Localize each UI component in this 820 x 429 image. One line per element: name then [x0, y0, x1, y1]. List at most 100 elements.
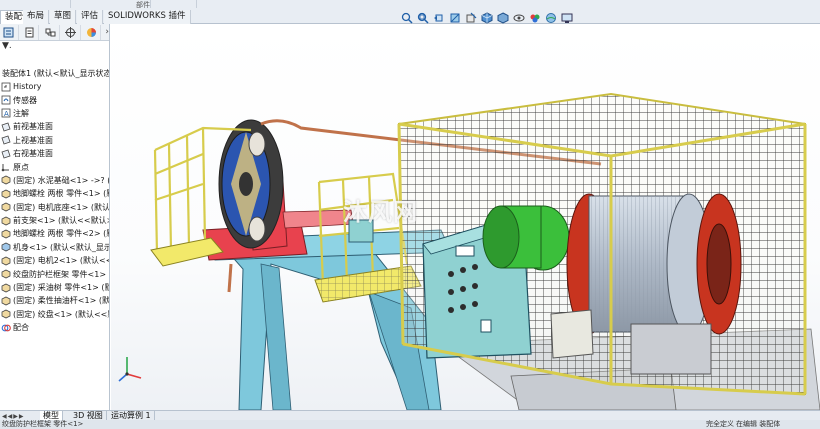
status-definition: 完全定义: [706, 420, 734, 428]
tree-item-sensors[interactable]: 传感器: [0, 93, 109, 106]
watermark: 沐风网: [343, 198, 418, 226]
plane-icon: [1, 149, 11, 159]
tree-item-component[interactable]: 绞盘防护栏框架 零件<1> (默: [0, 267, 110, 280]
previous-tab-icon[interactable]: ◀: [8, 413, 13, 420]
tree-item-history[interactable]: History: [0, 80, 109, 93]
tree-item-label: 地脚螺栓 两根 零件<1> (默: [13, 189, 110, 199]
status-bar: 绞盘防护栏框架 零件<1> 完全定义 在编辑 装配体: [0, 420, 820, 429]
status-selected-component: 绞盘防护栏框架 零件<1>: [2, 420, 84, 428]
tree-item-label: 上视基准面: [13, 135, 53, 145]
tree-item-label: 地脚螺栓 两根 零件<2> (默: [13, 229, 110, 239]
annotation-icon: A: [1, 109, 11, 118]
heads-up-view-toolbar: [400, 11, 573, 25]
configuration-manager-icon[interactable]: [41, 24, 61, 40]
first-tab-icon[interactable]: ◀: [2, 413, 7, 420]
tree-root-label: 装配体1 (默认<默认_显示状态-1: [2, 68, 110, 78]
chevron-right-icon[interactable]: ›: [105, 27, 109, 37]
toolbar-separator: [196, 0, 197, 8]
part-icon: [1, 189, 11, 199]
feature-manager-panel: › ▼. 装配体1 (默认<默认_显示状态-1 History 传感器 A 注解…: [0, 24, 110, 410]
history-icon: [1, 82, 11, 92]
part-icon: [1, 309, 11, 319]
previous-view-icon[interactable]: [432, 12, 445, 25]
bottom-tab-bar: ◀ ◀ ▶ ▶ 模型 3D 视图 运动算例 1: [0, 410, 820, 421]
origin-icon: [1, 164, 9, 172]
tree-item-component[interactable]: (固定) 电机2<1> (默认<<默认: [0, 254, 109, 267]
assembly-model[interactable]: [111, 24, 820, 410]
tree-item-origin[interactable]: 原点: [0, 160, 109, 173]
toolbar-separator: [70, 0, 71, 8]
tree-item-label: 原点: [13, 162, 29, 172]
tab-layout[interactable]: 布局: [23, 10, 50, 24]
part-icon: [1, 216, 11, 226]
tab-sketch[interactable]: 草图: [50, 10, 77, 24]
reference-triad-icon: [118, 357, 142, 382]
part-icon: [1, 256, 11, 266]
toolbar-separator: [150, 0, 151, 8]
tree-item-label: History: [13, 82, 42, 92]
graphics-viewport[interactable]: 沐风网: [111, 24, 820, 410]
hide-show-icon[interactable]: [512, 12, 525, 25]
tree-item-label: 机身<1> (默认<默认_显示状: [13, 242, 110, 252]
tree-item-label: 注解: [13, 108, 29, 118]
status-editing: 在编辑 装配体: [736, 420, 781, 428]
tree-item-component[interactable]: (固定) 采油树 零件<1> (默认: [0, 281, 110, 294]
plane-icon: [1, 135, 11, 145]
feature-tree-icon[interactable]: [0, 24, 19, 40]
tab-solidworks-addins[interactable]: SOLIDWORKS 插件: [104, 10, 191, 24]
view-settings-icon[interactable]: [560, 12, 573, 25]
tree-item-component[interactable]: 地脚螺栓 两根 零件<1> (默: [0, 187, 110, 200]
tree-item-top-plane[interactable]: 上视基准面: [0, 134, 109, 147]
part-icon: [1, 175, 11, 185]
part-icon: [1, 242, 11, 252]
sensor-icon: [1, 95, 11, 105]
tree-item-annotations[interactable]: A 注解: [0, 107, 109, 120]
tree-item-component[interactable]: 前支架<1> (默认<<默认>_显: [0, 214, 109, 227]
tree-item-label: (固定) 水泥基础<1> ->? (默认: [13, 175, 109, 185]
view-orientation-icon[interactable]: [480, 12, 493, 25]
tree-root-assembly[interactable]: 装配体1 (默认<默认_显示状态-1: [0, 66, 110, 80]
dynamic-annotation-icon[interactable]: [464, 12, 477, 25]
manager-tabs: ›: [0, 24, 109, 41]
tree-item-component[interactable]: 地脚螺栓 两根 零件<2> (默: [0, 227, 110, 240]
section-view-icon[interactable]: [448, 12, 461, 25]
tree-item-label: (固定) 柔性抽油杆<1> (默认: [13, 296, 110, 306]
tree-item-label: 前支架<1> (默认<<默认>_显: [13, 216, 109, 226]
display-manager-icon[interactable]: [83, 24, 102, 40]
tree-item-label: (固定) 采油树 零件<1> (默认: [13, 283, 110, 293]
svg-text:A: A: [4, 110, 9, 118]
dimxpert-icon[interactable]: [62, 24, 81, 40]
tree-item-label: (固定) 电机底座<1> (默认<<默认>_显: [13, 202, 110, 212]
tree-item-label: 右视基准面: [13, 149, 53, 159]
part-icon: [1, 202, 11, 212]
tab-evaluate[interactable]: 评估: [77, 10, 104, 24]
tree-item-component[interactable]: (固定) 绞盘<1> (默认<<默认: [0, 308, 109, 321]
filter-icon[interactable]: ▼.: [0, 41, 109, 55]
tree-item-component[interactable]: (固定) 电机底座<1> (默认<<默认>_显: [0, 201, 110, 214]
tree-item-label: (固定) 绞盘<1> (默认<<默认: [13, 309, 109, 319]
tree-item-mates[interactable]: 配合: [0, 321, 109, 334]
part-icon: [1, 269, 11, 279]
display-style-icon[interactable]: [496, 12, 509, 25]
zoom-to-area-icon[interactable]: [416, 12, 429, 25]
tree-item-label: 前视基准面: [13, 122, 53, 132]
tree-item-right-plane[interactable]: 右视基准面: [0, 147, 109, 160]
zoom-to-fit-icon[interactable]: [400, 12, 413, 25]
last-tab-icon[interactable]: ▶: [19, 413, 24, 420]
apply-scene-icon[interactable]: [544, 12, 557, 25]
tree-item-label: (固定) 电机2<1> (默认<<默认: [13, 256, 109, 266]
tree-item-front-plane[interactable]: 前视基准面: [0, 120, 109, 133]
edit-appearance-icon[interactable]: [528, 12, 541, 25]
part-icon: [1, 229, 11, 239]
tree-item-label: 传感器: [13, 95, 37, 105]
next-tab-icon[interactable]: ▶: [13, 413, 18, 420]
tree-item-label: 配合: [13, 323, 29, 333]
top-toolbar-label: 部件: [136, 1, 150, 9]
tree-item-component[interactable]: (固定) 水泥基础<1> ->? (默认: [0, 174, 109, 187]
tree-item-component[interactable]: (固定) 柔性抽油杆<1> (默认: [0, 294, 110, 307]
property-manager-icon[interactable]: [21, 24, 40, 40]
part-icon: [1, 283, 11, 292]
feature-tree: 装配体1 (默认<默认_显示状态-1 History 传感器 A 注解 前视基准…: [0, 66, 110, 334]
tree-item-component[interactable]: 机身<1> (默认<默认_显示状: [0, 241, 110, 254]
tree-item-label: 绞盘防护栏框架 零件<1> (默: [13, 269, 110, 279]
